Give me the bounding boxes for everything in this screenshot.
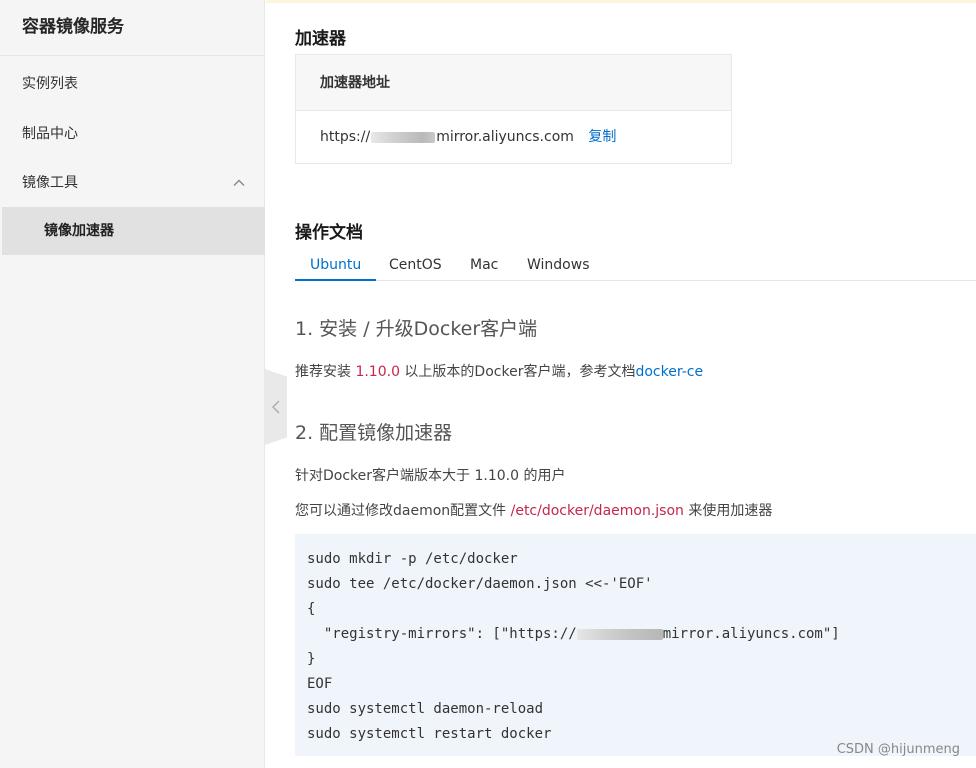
sidebar-item-image-accelerator[interactable]: 镜像加速器 — [2, 207, 265, 255]
tab-mac[interactable]: Mac — [470, 251, 498, 281]
step1-text-part: 以上版本的Docker客户端，参考文档 — [399, 364, 636, 380]
chevron-left-icon — [272, 400, 280, 414]
step1-text: 推荐安装 1.10.0 以上版本的Docker客户端，参考文档docker-ce — [295, 362, 703, 382]
sidebar-item-label: 镜像工具 — [22, 175, 78, 191]
accelerator-table: 加速器地址 https:// mirror.aliyuncs.com 复制 — [295, 54, 732, 164]
code-line: sudo tee /etc/docker/daemon.json <<-'EOF… — [307, 576, 653, 592]
accelerator-table-header: 加速器地址 — [296, 55, 731, 111]
step2-text-part: 来使用加速器 — [683, 503, 773, 519]
sidebar-item-instances[interactable]: 实例列表 — [0, 59, 265, 109]
step2-heading: 2. 配置镜像加速器 — [295, 422, 453, 444]
copy-link[interactable]: 复制 — [588, 129, 616, 145]
step2-config-text: 您可以通过修改daemon配置文件 /etc/docker/daemon.jso… — [295, 501, 772, 521]
docs-section-title: 操作文档 — [295, 223, 363, 243]
code-line: EOF — [307, 676, 333, 692]
code-line: sudo systemctl daemon-reload — [307, 701, 544, 717]
sidebar-collapse-toggle[interactable] — [265, 369, 287, 445]
code-block[interactable]: sudo mkdir -p /etc/docker sudo tee /etc/… — [295, 534, 976, 756]
sidebar-item-artifact-center[interactable]: 制品中心 — [0, 109, 265, 159]
sidebar-item-label: 镜像加速器 — [44, 223, 114, 239]
code-line: sudo mkdir -p /etc/docker — [307, 551, 518, 567]
step2-text: 针对Docker客户端版本大于 1.10.0 的用户 — [295, 468, 566, 484]
accelerator-url-prefix: https:// — [320, 129, 371, 145]
tab-centos[interactable]: CentOS — [389, 251, 442, 281]
sidebar-title: 容器镜像服务 — [22, 17, 124, 37]
code-line: "registry-mirrors": ["https:// mirror.ali… — [307, 622, 964, 647]
docker-ce-link[interactable]: docker-ce — [635, 364, 703, 380]
code-line: } — [307, 651, 316, 667]
step2-text-part: 您可以通过修改daemon配置文件 — [295, 503, 511, 519]
os-tabs: Ubuntu CentOS Mac Windows — [295, 251, 976, 281]
accelerator-url-suffix: mirror.aliyuncs.com — [436, 129, 574, 145]
code-text: "registry-mirrors": ["https:// — [307, 626, 577, 642]
tab-ubuntu[interactable]: Ubuntu — [295, 251, 377, 281]
main-content: 加速器 加速器地址 https:// mirror.aliyuncs.com 复制… — [295, 0, 976, 768]
sidebar: 容器镜像服务 实例列表 制品中心 镜像工具 镜像加速器 — [0, 0, 265, 768]
accelerator-address-row: https:// mirror.aliyuncs.com 复制 — [296, 111, 731, 164]
tab-windows[interactable]: Windows — [527, 251, 590, 281]
redacted-blur — [576, 628, 663, 640]
sidebar-item-label: 实例列表 — [22, 76, 78, 92]
step1-heading: 1. 安装 / 升级Docker客户端 — [295, 318, 538, 340]
version-highlight: 1.10.0 — [355, 364, 400, 380]
accelerator-section-title: 加速器 — [295, 29, 346, 49]
chevron-up-icon — [233, 179, 245, 186]
step1-text-part: 推荐安装 — [295, 364, 356, 380]
redacted-blur — [371, 131, 436, 143]
sidebar-item-label: 制品中心 — [22, 126, 78, 142]
sidebar-divider — [0, 55, 265, 56]
code-text: mirror.aliyuncs.com"] — [662, 626, 840, 642]
sidebar-item-image-tools[interactable]: 镜像工具 — [0, 158, 265, 208]
config-path-highlight: /etc/docker/daemon.json — [510, 503, 684, 519]
watermark: CSDN @hijunmeng — [836, 742, 960, 757]
code-line: { — [307, 601, 316, 617]
